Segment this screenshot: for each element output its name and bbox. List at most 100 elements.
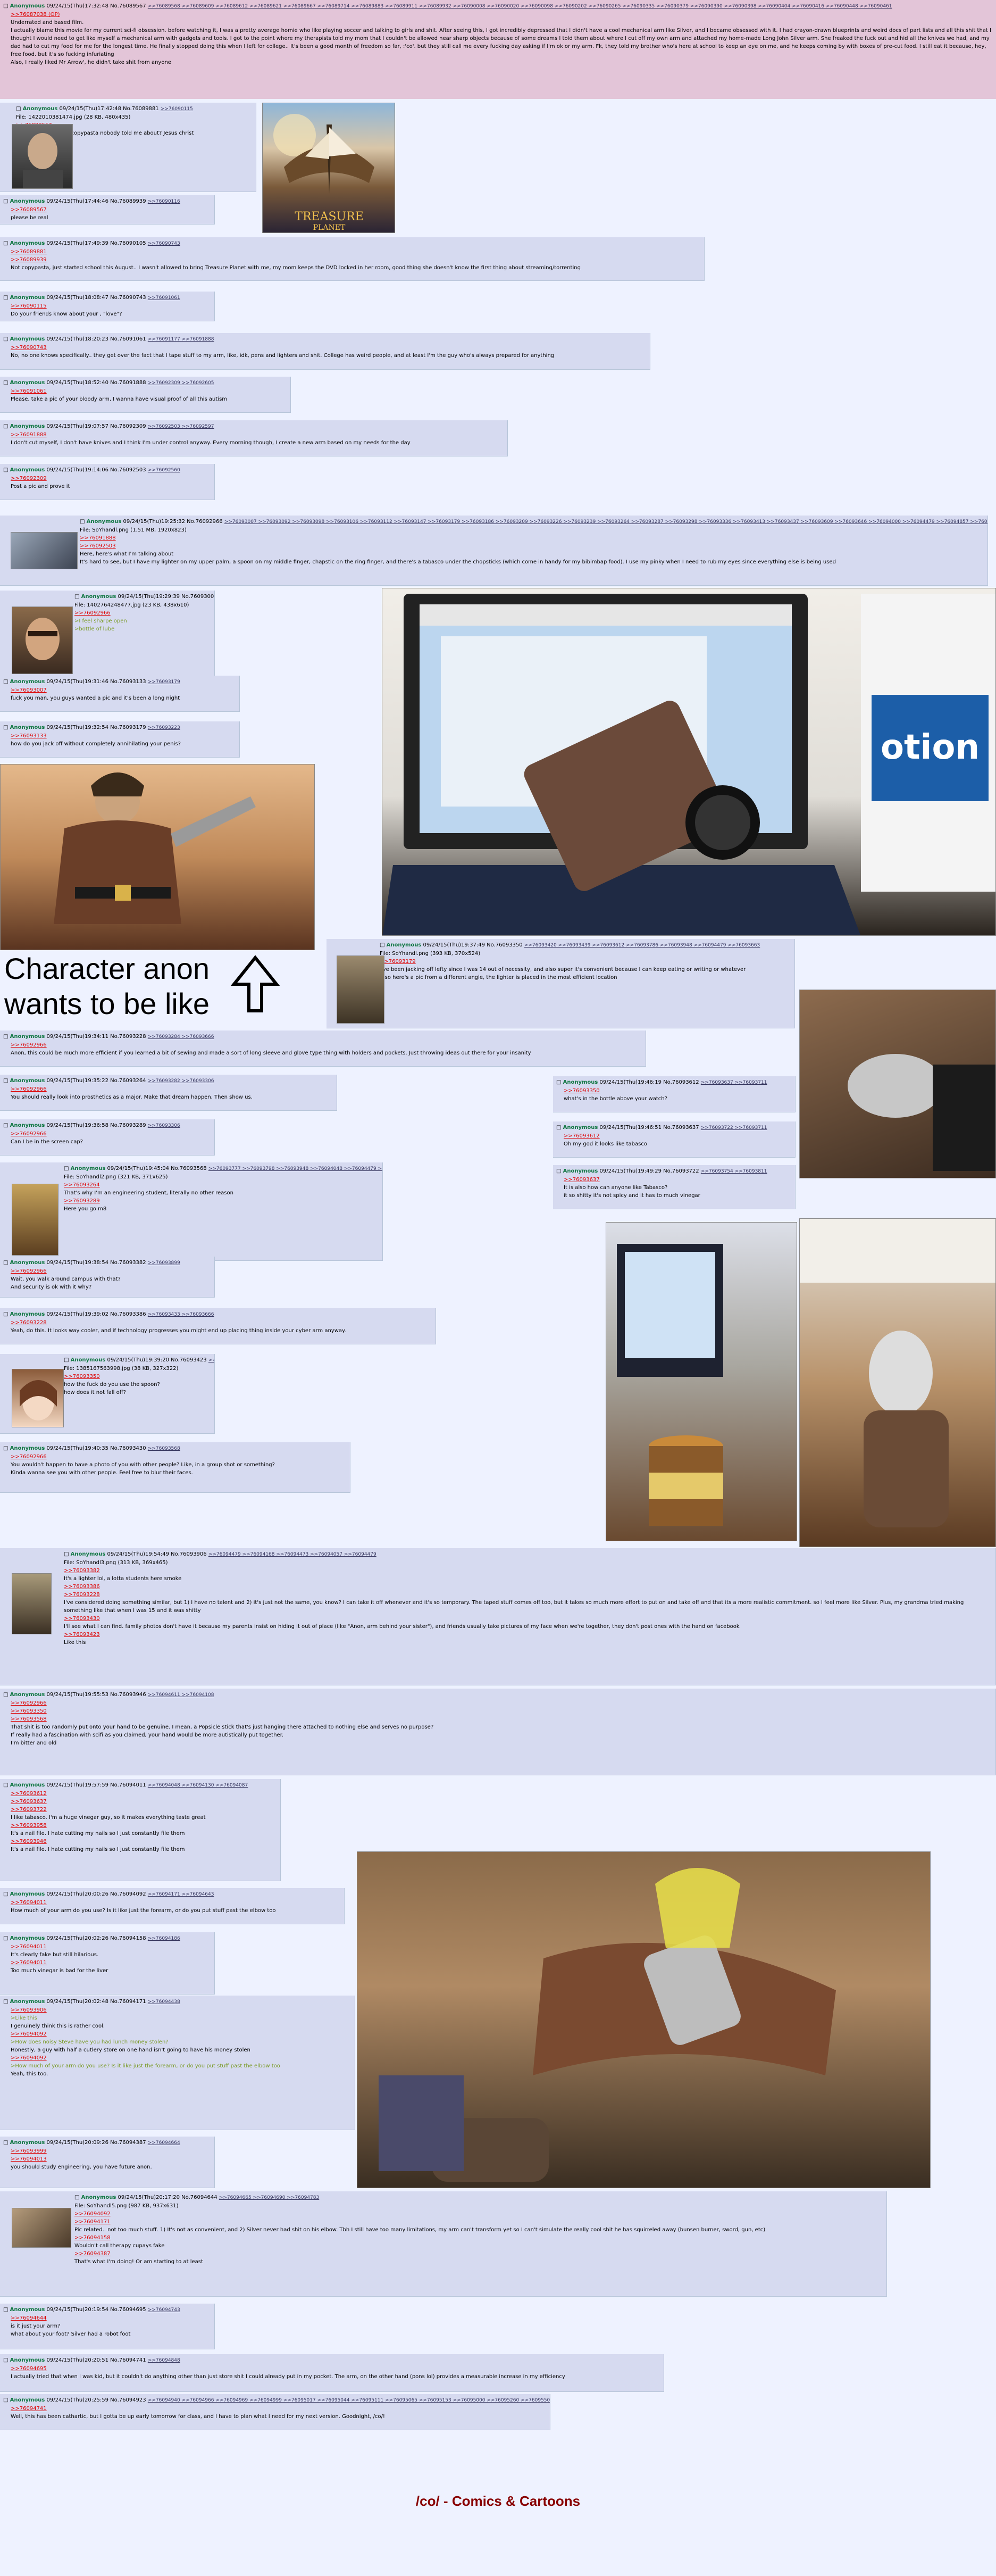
post-backlinks[interactable]: >>76093282 >>76093306 (148, 1078, 214, 1084)
quote-link[interactable]: >>76094387 (74, 2250, 883, 2258)
reply-thumb-hand-keyboard[interactable] (11, 532, 78, 569)
post-checkbox[interactable]: □ (3, 1034, 10, 1040)
post-meta[interactable]: 09/24/15(Thu)19:39:20 No.76093423 (105, 1357, 208, 1363)
post-checkbox[interactable]: □ (3, 336, 10, 342)
post-meta[interactable]: 09/24/15(Thu)19:54:49 No.76093906 (105, 1551, 208, 1557)
quote-link[interactable]: >>76093350 (11, 1707, 992, 1715)
post-checkbox[interactable]: □ (64, 1357, 71, 1363)
post-meta[interactable]: 09/24/15(Thu)20:02:48 No.76094171 (45, 1999, 147, 2005)
quote-link[interactable]: >>76089881 (11, 248, 701, 256)
post-backlinks[interactable]: >>76090743 (148, 241, 180, 246)
post-checkbox[interactable]: □ (3, 1935, 10, 1941)
quote-link[interactable]: >>76093999 (11, 2147, 211, 2155)
quote-link[interactable]: >>76093350 (64, 1373, 211, 1381)
post-checkbox[interactable]: □ (3, 1782, 10, 1788)
treasure-planet-poster-image[interactable]: TREASURE PLANET (262, 103, 395, 233)
file-info[interactable]: File: SoYhandl.png (1.51 MB, 1920x823) (80, 526, 984, 534)
post-checkbox[interactable]: □ (64, 1551, 71, 1557)
post-meta[interactable]: 09/24/15(Thu)20:00:26 No.76094092 (45, 1891, 147, 1897)
post-backlinks[interactable]: >>76094438 (148, 1999, 180, 2005)
post-checkbox[interactable]: □ (556, 1079, 563, 1085)
reply-thumb-anime-girl[interactable] (12, 1369, 64, 1427)
post-meta[interactable]: 09/24/15(Thu)19:36:58 No.76093289 (45, 1123, 147, 1128)
post-meta[interactable]: 09/24/15(Thu)19:31:46 No.76093133 (45, 679, 147, 685)
quote-link[interactable]: >>76092966 (11, 1453, 347, 1461)
post-meta[interactable]: 09/24/15(Thu)19:32:54 No.76093179 (45, 725, 147, 730)
post-backlinks[interactable]: >>76089568 >>76089609 >>76089612 >>76089… (148, 4, 892, 9)
post-checkbox[interactable]: □ (3, 1692, 10, 1698)
post-backlinks[interactable]: >>76094665 >>76094690 >>76094783 (219, 2195, 319, 2200)
post-checkbox[interactable]: □ (3, 2397, 10, 2403)
arm-gadget-photo[interactable] (357, 1851, 931, 2188)
post-checkbox[interactable]: □ (64, 1166, 71, 1171)
quote-link[interactable]: >>76093289 (64, 1197, 379, 1205)
post-meta[interactable]: 09/24/15(Thu)19:46:51 No.76093637 (598, 1125, 700, 1131)
post-backlinks[interactable]: >>76094940 >>76094966 >>76094969 >>76094… (148, 2398, 550, 2403)
post-checkbox[interactable]: □ (3, 1123, 10, 1128)
post-meta[interactable]: 09/24/15(Thu)19:35:22 No.76093264 (45, 1078, 147, 1084)
quote-link[interactable]: >>76089939 (11, 256, 701, 264)
file-info[interactable]: File: SoYhandl.png (393 KB, 370x524) (380, 950, 791, 958)
reply-thumb-lighter[interactable] (12, 1573, 52, 1634)
quote-link[interactable]: >>76093637 (564, 1176, 792, 1184)
post-checkbox[interactable]: □ (556, 1125, 563, 1131)
post-checkbox[interactable]: □ (3, 198, 10, 204)
post-meta[interactable]: 09/24/15(Thu)17:42:48 No.76089881 (57, 106, 160, 112)
quote-link[interactable]: >>76093958 (11, 1822, 277, 1830)
quote-link[interactable]: >>76093007 (11, 686, 236, 694)
post-checkbox[interactable]: □ (3, 2357, 10, 2363)
post-meta[interactable]: 09/24/15(Thu)20:19:54 No.76094695 (45, 2307, 147, 2313)
post-meta[interactable]: 09/24/15(Thu)18:20:23 No.76091061 (45, 336, 147, 342)
post-backlinks[interactable]: >>76092560 (148, 468, 180, 473)
quote-link[interactable]: >>76092309 (11, 475, 211, 483)
post-meta[interactable]: 09/24/15(Thu)19:40:35 No.76093430 (45, 1445, 147, 1451)
post-checkbox[interactable]: □ (3, 1311, 10, 1317)
quote-link[interactable]: >>76093179 (380, 958, 791, 966)
post-checkbox[interactable]: □ (3, 1891, 10, 1897)
post-checkbox[interactable]: □ (3, 679, 10, 685)
quote-link[interactable]: >>76093946 (11, 1838, 277, 1846)
post-backlinks[interactable]: >>76093306 (148, 1123, 180, 1128)
quote-link[interactable]: >>76093568 (11, 1715, 992, 1723)
post-backlinks[interactable]: >>76093484 (208, 1358, 214, 1363)
post-checkbox[interactable]: □ (3, 467, 10, 473)
post-backlinks[interactable]: >>76092309 >>76092605 (148, 380, 214, 386)
quote-link[interactable]: >>76093350 (564, 1087, 792, 1095)
post-backlinks[interactable]: >>76093007 >>76093092 >>76093098 >>76093… (224, 519, 987, 525)
quote-link[interactable]: >>76091888 (80, 534, 984, 542)
post-backlinks[interactable]: >>76093722 >>76093711 (701, 1125, 767, 1131)
post-backlinks[interactable]: >>76090116 (148, 199, 180, 204)
quote-link[interactable]: >>76094011 (11, 1899, 341, 1907)
post-checkbox[interactable]: □ (3, 3, 10, 9)
post-meta[interactable]: 09/24/15(Thu)19:45:04 No.76093568 (105, 1166, 208, 1171)
post-checkbox[interactable]: □ (80, 519, 87, 525)
quote-link[interactable]: >>76092966 (11, 1085, 333, 1093)
quote-link[interactable]: >>76092966 (11, 1130, 211, 1138)
quote-link[interactable]: >>76094013 (11, 2155, 211, 2163)
post-meta[interactable]: 09/24/15(Thu)19:34:11 No.76093228 (45, 1034, 147, 1040)
post-backlinks[interactable]: >>76093777 >>76093798 >>76093948 >>76094… (208, 1166, 382, 1171)
quote-link[interactable]: >>76093133 (11, 732, 236, 740)
quote-link[interactable]: >>76093612 (564, 1132, 792, 1140)
post-backlinks[interactable]: >>76094186 (148, 1936, 180, 1941)
quote-link[interactable]: >>76093264 (64, 1181, 379, 1189)
quote-link[interactable]: >>76091888 (11, 431, 504, 439)
quote-link[interactable]: >>76093906 (11, 2006, 351, 2014)
quote-link[interactable]: >>76093612 (11, 1790, 277, 1798)
file-info[interactable]: File: SoYhandl3.png (313 KB, 369x465) (64, 1559, 992, 1567)
post-meta[interactable]: 09/24/15(Thu)19:57:59 No.76094011 (45, 1782, 147, 1788)
post-meta[interactable]: 09/24/15(Thu)20:09:26 No.76094387 (45, 2140, 147, 2146)
post-meta[interactable]: 09/24/15(Thu)20:20:51 No.76094741 (45, 2357, 147, 2363)
quote-link[interactable]: >>76092966 (11, 1699, 992, 1707)
post-checkbox[interactable]: □ (3, 295, 10, 301)
quote-link[interactable]: >>76094741 (11, 2405, 547, 2413)
post-meta[interactable]: 09/24/15(Thu)17:32:48 No.76089567 (45, 3, 147, 9)
quote-link[interactable]: >>76094644 (11, 2314, 211, 2322)
hand-spoon-photo[interactable] (799, 990, 996, 1178)
board-footer-title[interactable]: /co/ - Comics & Cartoons (0, 2493, 996, 2509)
quote-link[interactable]: >>76093430 (64, 1615, 992, 1623)
quote-link[interactable]: >>76094011 (11, 1943, 211, 1951)
quote-link[interactable]: >>76094092 (11, 2030, 351, 2038)
post-checkbox[interactable]: □ (3, 380, 10, 386)
quote-link[interactable]: >>76094695 (11, 2365, 660, 2373)
